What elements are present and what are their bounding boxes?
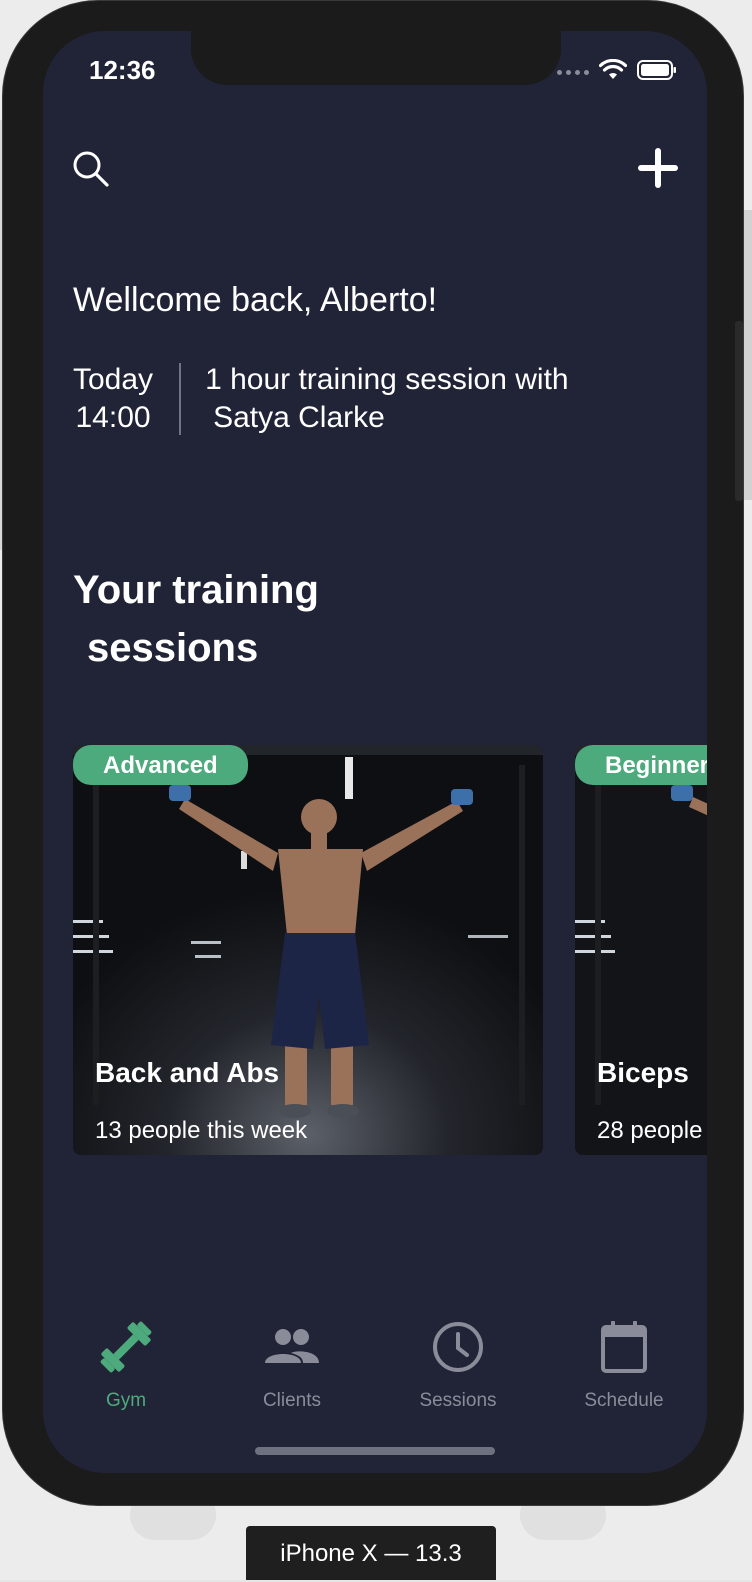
wifi-icon	[598, 58, 628, 86]
dumbbell-icon	[95, 1317, 157, 1382]
status-time: 12:36	[89, 55, 156, 85]
card-attendance: 28 people this week	[597, 1117, 707, 1144]
people-icon	[261, 1317, 323, 1382]
side-button	[735, 321, 743, 501]
training-card[interactable]: Advanced Back and Abs 13 people this wee…	[73, 745, 543, 1155]
tab-sessions[interactable]: Sessions	[375, 1301, 541, 1421]
next-session-description: 1 hour training session with Satya Clark…	[181, 361, 569, 437]
cellular-signal-icon	[557, 70, 589, 75]
device-notch	[191, 31, 561, 85]
status-icons	[557, 58, 677, 86]
next-session-time: 14:00	[75, 401, 151, 434]
calendar-icon	[593, 1317, 655, 1382]
home-indicator[interactable]	[255, 1447, 495, 1455]
section-title: Your training sessions	[73, 561, 319, 677]
next-session-description-line: 1 hour training session with	[205, 363, 569, 396]
tab-clients[interactable]: Clients	[209, 1301, 375, 1421]
tab-label: Schedule	[584, 1390, 664, 1411]
search-icon	[71, 149, 111, 194]
tab-label: Sessions	[419, 1390, 497, 1411]
search-button[interactable]	[69, 149, 113, 193]
card-title: Back and Abs	[95, 1057, 280, 1088]
clipped-section-heading	[73, 1289, 253, 1295]
tab-label: Gym	[105, 1390, 147, 1411]
card-photo	[73, 745, 543, 1155]
training-card[interactable]: Beginner Biceps 28 people this week	[575, 745, 707, 1155]
device-frame: 12:36 Wellcome back, Alberto! Today 14:0…	[2, 0, 744, 1506]
simulator-device-label: iPhone X — 13.3	[246, 1526, 496, 1580]
level-badge: Advanced	[73, 745, 248, 785]
tab-gym[interactable]: Gym	[43, 1301, 209, 1421]
section-title-line: sessions	[87, 626, 259, 670]
next-session-day: Today	[73, 363, 154, 396]
card-title: Biceps	[597, 1057, 689, 1088]
clock-icon	[427, 1317, 489, 1382]
tab-bar: Gym Clients Sessions Schedule	[43, 1301, 707, 1421]
app-screen: 12:36 Wellcome back, Alberto! Today 14:0…	[43, 31, 707, 1473]
battery-icon	[637, 60, 677, 85]
next-session-datetime: Today 14:00	[73, 361, 179, 437]
card-photo	[575, 745, 707, 1155]
card-attendance: 13 people this week	[95, 1117, 308, 1144]
welcome-message: Wellcome back, Alberto!	[73, 281, 438, 319]
next-session-client: Satya Clarke	[213, 401, 385, 434]
level-badge: Beginner	[575, 745, 707, 785]
add-button[interactable]	[635, 147, 681, 193]
section-title-line: Your training	[73, 568, 319, 612]
tab-label: Clients	[262, 1390, 322, 1411]
plus-icon	[638, 147, 678, 193]
next-session[interactable]: Today 14:00 1 hour training session with…	[73, 361, 569, 437]
tab-schedule[interactable]: Schedule	[541, 1301, 707, 1421]
